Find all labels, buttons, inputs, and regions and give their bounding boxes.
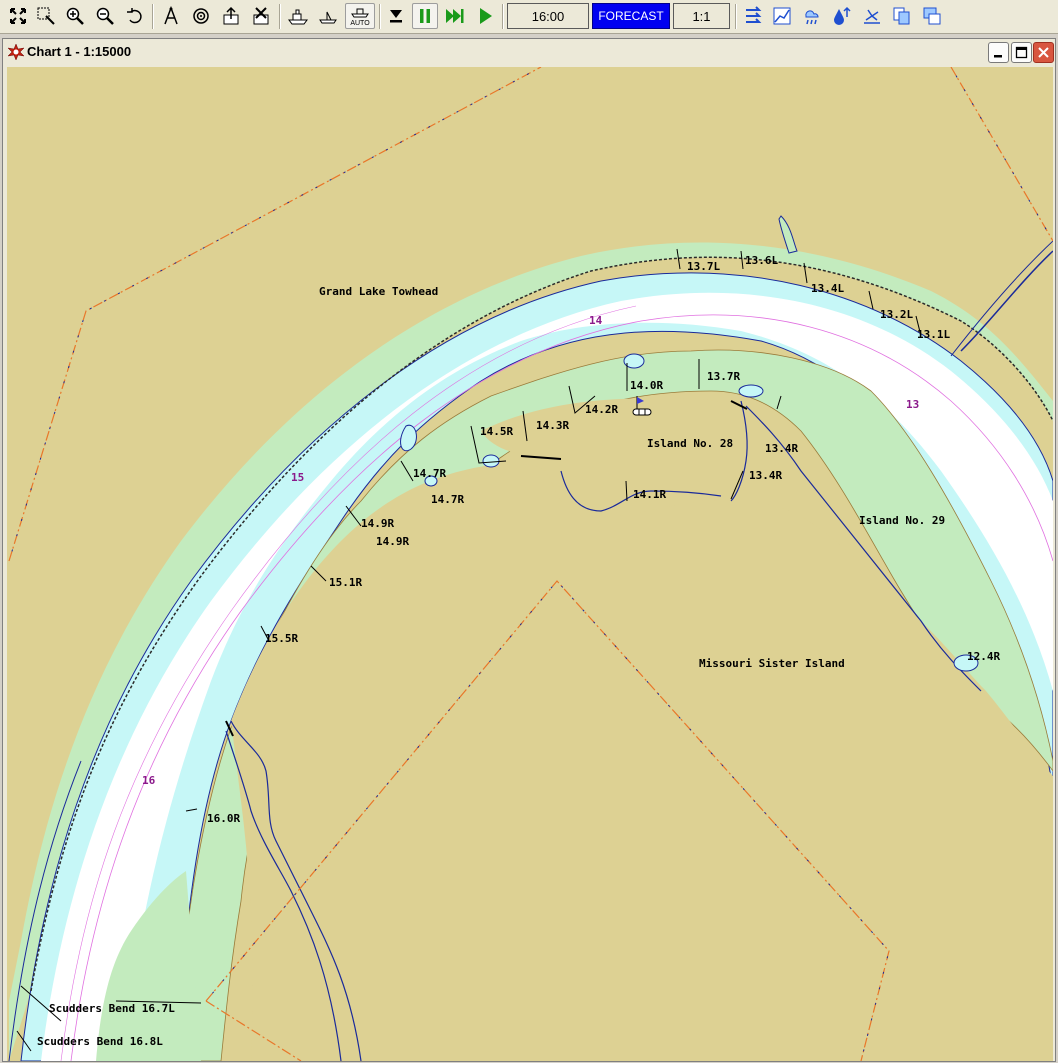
zoom-window-icon[interactable] [33,3,59,29]
place-label: Island No. 28 [647,437,733,450]
app-icon [7,43,25,61]
chart-window: Chart 1 - 1:15000 14 13 15 16 Grand Lake… [2,38,1056,1062]
graph-icon[interactable] [769,3,795,29]
weather-icon[interactable] [799,3,825,29]
pause-icon[interactable] [412,3,438,29]
main-toolbar: AUTO 16:00 FORECAST 1:1 [0,0,1058,34]
minimize-button[interactable] [988,42,1009,63]
pond [482,454,500,468]
aircraft-icon[interactable] [859,3,885,29]
mile-marker: 14.5R [480,425,513,438]
mile-marker: 15.1R [329,576,362,589]
river-mile-label: 16 [142,774,156,787]
copy-layers-icon[interactable] [889,3,915,29]
place-label: Island No. 29 [859,514,945,527]
target-icon[interactable] [188,3,214,29]
close-icon [1038,47,1049,58]
undo-view-icon[interactable] [122,3,148,29]
scale-ratio-button[interactable]: 1:1 [673,3,730,29]
export-icon[interactable] [218,3,244,29]
mile-marker: 13.1L [917,328,950,341]
tide-drop-icon[interactable] [829,3,855,29]
mile-marker: 13.4R [765,442,798,455]
river-mile-label: 14 [589,314,603,327]
auto-follow-button[interactable]: AUTO [345,3,375,29]
minimize-icon [994,55,1002,58]
mile-marker: 13.7R [707,370,740,383]
mile-marker: 13.4R [749,469,782,482]
mile-marker: 14.2R [585,403,618,416]
maximize-icon [1015,46,1028,59]
mile-marker: 12.4R [967,650,1000,663]
delete-object-icon[interactable] [248,3,274,29]
step-end-icon[interactable] [383,3,409,29]
mile-marker: 13.6L [745,254,778,267]
maximize-button[interactable] [1011,42,1032,63]
place-label: Scudders Bend 16.7L [49,1002,175,1015]
mile-marker: 14.9R [376,535,409,548]
zoom-in-icon[interactable] [62,3,88,29]
mile-marker: 14.0R [630,379,663,392]
mile-marker: 14.1R [633,488,666,501]
play-icon[interactable] [472,3,498,29]
window-title: Chart 1 - 1:15000 [27,44,132,59]
mile-marker: 14.7R [431,493,464,506]
windows-icon[interactable] [919,3,945,29]
mile-marker: 16.0R [207,812,240,825]
mile-marker: 14.3R [536,419,569,432]
route-tool-icon[interactable] [158,3,184,29]
place-label: Missouri Sister Island [699,657,845,670]
place-label: Grand Lake Towhead [319,285,438,298]
forecast-button[interactable]: FORECAST [592,3,670,29]
auto-label: AUTO [350,20,370,27]
fast-forward-icon[interactable] [442,3,468,29]
pond [738,384,764,398]
mile-marker: 13.2L [880,308,913,321]
mile-marker: 14.7R [413,467,446,480]
currents-icon[interactable] [740,3,766,29]
window-titlebar[interactable]: Chart 1 - 1:15000 [3,39,1055,65]
mile-marker: 13.7L [687,260,720,273]
mile-marker: 15.5R [265,632,298,645]
mile-marker: 14.9R [361,517,394,530]
nautical-chart[interactable]: 14 13 15 16 Grand Lake Towhead Island No… [7,67,1053,1061]
ship-icon[interactable] [285,3,311,29]
zoom-out-icon[interactable] [92,3,118,29]
mile-marker: 13.4L [811,282,844,295]
fit-extent-icon[interactable] [5,3,31,29]
river-mile-label: 15 [291,471,304,484]
place-label: Scudders Bend 16.8L [37,1035,163,1048]
river-mile-label: 13 [906,398,919,411]
close-button[interactable] [1033,42,1054,63]
clock-display[interactable]: 16:00 [507,3,589,29]
vessel-small-icon[interactable] [315,3,341,29]
